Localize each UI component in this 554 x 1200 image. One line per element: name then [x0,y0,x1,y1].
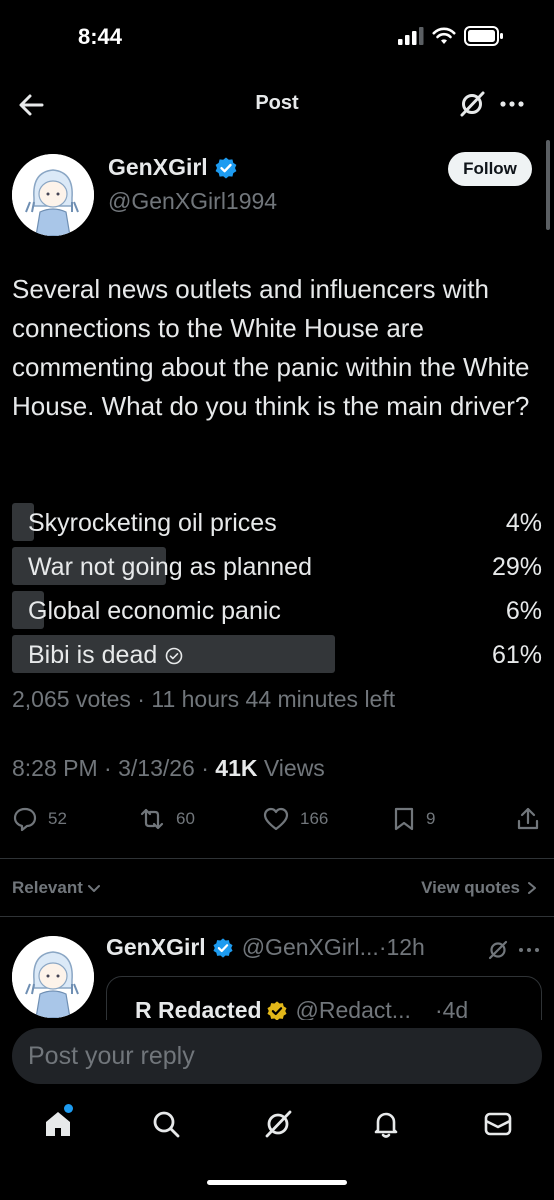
post-meta: 8:28 PM · 3/13/26 · 41K Views [12,755,325,782]
status-icons [398,26,504,46]
check-circle-icon [165,647,183,664]
bookmark-count: 9 [426,809,436,828]
battery-icon [464,26,503,46]
avatar-illustration [12,154,94,236]
quoted-post-header: R Redacted @Redact... ·4d [135,997,468,1020]
divider [0,858,554,859]
messages-icon [484,1112,512,1136]
signal-icon [398,27,424,45]
quoted-post[interactable]: R Redacted @Redact... ·4d [106,976,542,1020]
views-count[interactable]: 41K [215,755,257,781]
reply-count: 52 [48,809,67,828]
reply-author-handle[interactable]: @GenXGirl... [242,934,379,961]
author-name[interactable]: GenXGirl [108,154,208,181]
views-label: Views [257,755,325,781]
reply-author-name[interactable]: GenXGirl [106,934,206,961]
poll-option-label: Global economic panic [28,597,281,625]
poll-option: War not going as planned 29% [12,547,542,585]
follow-button[interactable]: Follow [448,152,532,186]
bottom-tab-bar [0,1096,554,1156]
view-quotes-link[interactable]: View quotes [421,878,538,898]
home-indicator [207,1180,347,1185]
verified-gold-badge-icon [267,1000,287,1020]
chevron-right-icon [528,882,536,894]
share-button[interactable] [516,806,540,832]
repost-count: 60 [176,809,195,828]
quoted-author-handle: @Redact... [295,997,411,1020]
reply-time: ·12h [378,934,425,960]
more-icon[interactable] [516,938,542,962]
grok-icon[interactable] [458,90,486,118]
view-quotes-label: View quotes [421,878,520,897]
reply-input[interactable] [12,1028,542,1084]
poll-option-percent: 29% [491,553,542,581]
scrollbar[interactable] [546,140,550,230]
post-timestamp[interactable]: 8:28 PM · 3/13/26 · [12,755,215,781]
post-text: Several news outlets and influencers wit… [12,274,530,421]
post-author: GenXGirl @GenXGirl1994 Follow [0,140,554,236]
sort-dropdown[interactable]: Relevant [12,878,101,898]
chevron-down-icon [87,885,100,892]
notification-dot [64,1104,73,1113]
post-actions: 52 60 166 9 [0,806,554,842]
heart-icon [263,807,289,831]
reply-header: GenXGirl @GenXGirl... ·12h [106,934,425,961]
tab-messages[interactable] [482,1108,514,1140]
verified-badge-icon [213,937,233,958]
tab-search[interactable] [150,1108,182,1140]
repost-button[interactable]: 60 [138,806,195,832]
sort-label: Relevant [12,878,83,897]
poll-option-label: Skyrocketing oil prices [28,509,277,537]
author-handle[interactable]: @GenXGirl1994 [108,188,277,215]
tab-grok[interactable] [262,1108,294,1140]
status-bar: 8:44 [0,0,554,76]
divider [0,916,554,917]
share-icon [517,807,539,830]
avatar-illustration [12,936,94,1018]
poll-option-label: War not going as planned [28,553,312,581]
quoted-author-name: R Redacted [135,997,262,1020]
bookmark-button[interactable]: 9 [392,806,435,832]
author-name-row[interactable]: GenXGirl [108,154,238,181]
poll: Skyrocketing oil prices 4% War not going… [12,503,542,679]
notifications-icon [374,1112,398,1138]
tab-notifications[interactable] [370,1108,402,1140]
poll-meta: 2,065 votes · 11 hours 44 minutes left [12,686,396,712]
poll-option-label: Bibi is dead [28,641,183,670]
poll-option-percent: 4% [505,509,542,537]
status-time: 8:44 [78,24,123,49]
reply-icon [13,807,37,832]
grok-icon[interactable] [486,938,510,962]
search-icon [153,1111,180,1138]
poll-option-percent: 6% [505,597,542,625]
avatar[interactable] [12,936,94,1018]
avatar[interactable] [12,154,94,236]
quoted-time: ·4d [434,997,469,1020]
poll-option: Skyrocketing oil prices 4% [12,503,542,541]
poll-option-percent: 61% [491,641,542,669]
like-count: 166 [300,809,329,828]
like-button[interactable]: 166 [262,806,328,832]
poll-option: Bibi is dead 61% [12,635,542,673]
reply-item[interactable]: GenXGirl @GenXGirl... ·12h R Redacted @R… [0,924,554,1020]
bookmark-icon [394,807,414,831]
more-icon[interactable] [498,90,526,118]
repost-icon [140,808,164,830]
top-nav: Post [0,78,554,132]
replies-sort-bar: Relevant View quotes [0,870,554,904]
grok-icon [265,1110,292,1138]
reply-button[interactable]: 52 [12,806,67,832]
wifi-icon [432,27,456,44]
tab-home[interactable] [42,1104,74,1140]
verified-badge-icon [215,157,237,178]
poll-option: Global economic panic 6% [12,591,542,629]
